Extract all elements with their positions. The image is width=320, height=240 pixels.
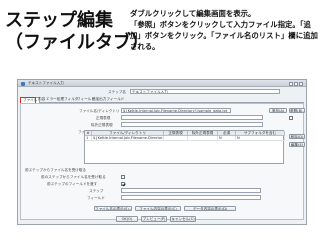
slide-title-line1: ステップ編集 <box>5 10 113 31</box>
pass-through-label: 前ステップのフィールドを渡す <box>47 182 98 186</box>
regex-input[interactable] <box>121 115 263 120</box>
step-to-read-label: ステップ <box>89 189 104 193</box>
note-line: される。 <box>130 42 160 51</box>
regex-variable-checkbox[interactable] <box>289 115 293 120</box>
selected-files-grid[interactable]: # ファイル/ディレクトリ 正規表現 除外正規表現 必須 サブフォルダを含む 1… <box>84 130 285 164</box>
grid-cell-subfolders[interactable]: N <box>236 136 285 141</box>
dialog-title: テキストファイル入力 <box>28 81 64 85</box>
field-in-input[interactable] <box>121 195 261 200</box>
grid-cell-required[interactable]: N <box>218 136 236 141</box>
step-name-row: ステップ名 テキストファイル入力 <box>18 89 306 96</box>
field-in-input-label: フィールド <box>87 196 105 200</box>
dialog-titlebar: テキストファイル入力 <box>18 80 306 87</box>
tab-bar: ファイル 内容 エラー処理 フィルタ フィールド 追加出力フィールド <box>20 96 304 105</box>
grid-cell-index: 1 <box>85 136 92 141</box>
text-file-input-dialog: テキストファイル入力 ステップ名 テキストファイル入力 ファイル 内容 エラー処… <box>17 79 307 225</box>
edit-button[interactable]: 編集(E) <box>289 142 305 147</box>
cancel-button[interactable]: キャンセル(C) <box>170 216 196 222</box>
note-line: 「参照」ボタンをクリックして入力ファイル指定。「追 <box>130 20 311 29</box>
step-name-input[interactable]: テキストファイル入力 <box>130 89 280 94</box>
step-to-read-select[interactable] <box>121 188 261 193</box>
preview-button[interactable]: プレビュー(P) <box>141 216 167 222</box>
grid-cell-regex[interactable] <box>164 136 188 141</box>
slide-title-line2: （ファイルタブ） <box>5 32 149 53</box>
ok-button[interactable]: OK(O) <box>116 216 138 222</box>
grid-cell-exclude[interactable] <box>188 136 218 141</box>
file-or-dir-input[interactable]: ${Kettle.Internal.Job.Filename.Directory… <box>121 108 231 113</box>
browse-button[interactable]: 参照(B)... <box>289 108 305 113</box>
step-name-label: ステップ名 <box>108 90 126 94</box>
show-file-content-button[interactable]: ファイル内容の表示(C) <box>135 206 181 211</box>
add-button[interactable]: 追加(A) <box>269 108 287 113</box>
show-data-content-button[interactable]: データ内容の表示(D) <box>184 206 236 211</box>
accept-filenames-checkbox[interactable] <box>121 174 125 179</box>
exclude-regex-label: 除外正規表現 <box>91 123 113 127</box>
accept-filenames-label: 前のステップからファイル名を受け取る <box>41 175 106 179</box>
file-or-dir-label: ファイル名/ディレクトリ <box>79 109 120 113</box>
maximize-icon[interactable] <box>294 81 298 86</box>
exclude-regex-input[interactable] <box>121 122 263 127</box>
from-prev-group-label: 前ステップからファイル名を受け取る <box>25 168 87 172</box>
delete-button[interactable]: 削除(D) <box>289 134 305 139</box>
minimize-icon[interactable] <box>289 81 293 86</box>
close-icon[interactable] <box>299 81 303 86</box>
note-line: 加」ボタンをクリック。「ファイル名のリスト」欄に追加 <box>130 31 318 40</box>
grid-cell-file[interactable]: ${Kettle.Internal.Job.Filename.Directory… <box>92 136 164 141</box>
show-filenames-button[interactable]: ファイル名の表示(S)... <box>94 206 132 211</box>
regex-label: 正規表現 <box>96 116 111 120</box>
file-tab-panel: ファイル名/ディレクトリ ${Kettle.Internal.Job.Filen… <box>20 103 305 220</box>
note-line: ダブルクリックして編集画面を表示。 <box>130 9 256 18</box>
slide-title: ステップ編集 （ファイルタブ） <box>5 10 149 54</box>
app-icon <box>21 81 25 86</box>
pass-through-checkbox[interactable] <box>121 181 125 186</box>
instruction-note: ダブルクリックして編集画面を表示。 「参照」ボタンをクリックして入力ファイル指定… <box>130 8 318 52</box>
